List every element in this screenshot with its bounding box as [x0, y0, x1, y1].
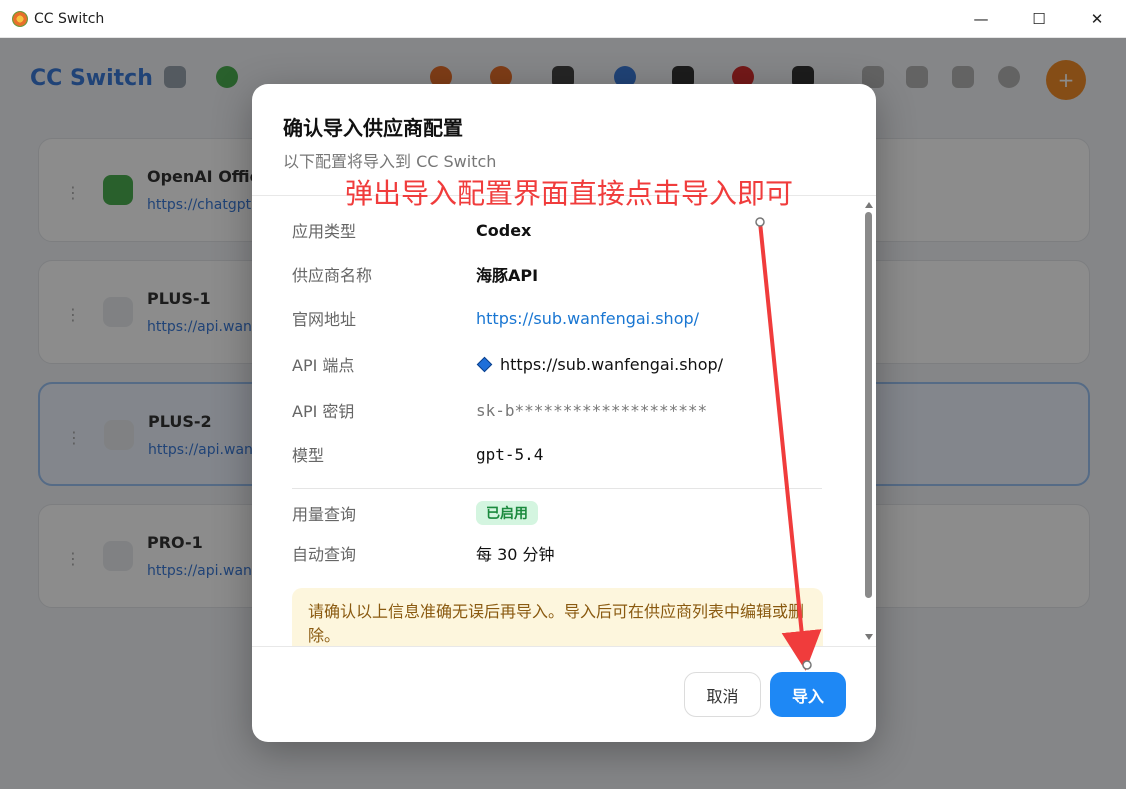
field-website: 官网地址 https://sub.wanfengai.shop/ [292, 304, 832, 332]
website-link[interactable]: https://sub.wanfengai.shop/ [476, 309, 699, 328]
maximize-button[interactable]: ☐ [1010, 0, 1068, 38]
field-value: sk-b******************** [476, 400, 708, 420]
import-button[interactable]: 导入 [770, 672, 846, 717]
window-title: CC Switch [34, 10, 105, 27]
window-controls: — ☐ ✕ [952, 0, 1126, 38]
field-label: API 密钥 [292, 402, 355, 421]
close-button[interactable]: ✕ [1068, 0, 1126, 38]
field-provider-name: 供应商名称 海豚API [292, 260, 832, 288]
field-value: https://sub.wanfengai.shop/ [476, 355, 723, 374]
dialog-subtitle: 以下配置将导入到 CC Switch [283, 152, 497, 171]
field-value: Codex [476, 220, 532, 240]
endpoint-diamond-icon [476, 356, 493, 372]
field-api-key: API 密钥 sk-b******************** [292, 396, 832, 424]
field-endpoint: API 端点 https://sub.wanfengai.shop/ [292, 350, 832, 378]
divider [292, 488, 822, 489]
field-label: 官网地址 [292, 310, 357, 329]
field-app-type: 应用类型 Codex [292, 216, 832, 244]
scrollbar-thumb[interactable] [865, 212, 872, 598]
endpoint-url: https://sub.wanfengai.shop/ [500, 354, 724, 374]
field-label: API 端点 [292, 356, 355, 375]
field-label: 用量查询 [292, 505, 357, 524]
cancel-button[interactable]: 取消 [684, 672, 761, 717]
field-value: 已启用 [476, 501, 538, 525]
status-badge: 已启用 [476, 501, 538, 525]
field-auto-query: 自动查询 每 30 分钟 [292, 539, 832, 567]
annotation-text: 弹出导入配置界面直接点击导入即可 [345, 177, 794, 210]
window-titlebar: CC Switch — ☐ ✕ [0, 0, 1126, 38]
field-label: 供应商名称 [292, 266, 373, 285]
field-value: 每 30 分钟 [476, 545, 555, 564]
dialog-title: 确认导入供应商配置 [283, 116, 463, 140]
confirm-notice: 请确认以上信息准确无误后再导入。导入后可在供应商列表中编辑或删除。 [292, 588, 823, 646]
divider [252, 646, 876, 647]
dialog-body: 应用类型 Codex 供应商名称 海豚API 官网地址 https://sub.… [252, 196, 876, 646]
field-label: 应用类型 [292, 222, 357, 241]
field-value: 海豚API [476, 266, 539, 285]
field-model: 模型 gpt-5.4 [292, 440, 832, 468]
field-value: gpt-5.4 [476, 444, 544, 464]
field-usage-query: 用量查询 已启用 [292, 499, 832, 527]
app-logo-icon [12, 10, 28, 27]
dialog-scrollbar[interactable] [862, 196, 876, 646]
scroll-up-icon[interactable] [865, 202, 873, 208]
minimize-button[interactable]: — [952, 0, 1010, 38]
scroll-down-icon[interactable] [865, 634, 873, 640]
field-label: 自动查询 [292, 545, 357, 564]
field-label: 模型 [292, 446, 325, 465]
